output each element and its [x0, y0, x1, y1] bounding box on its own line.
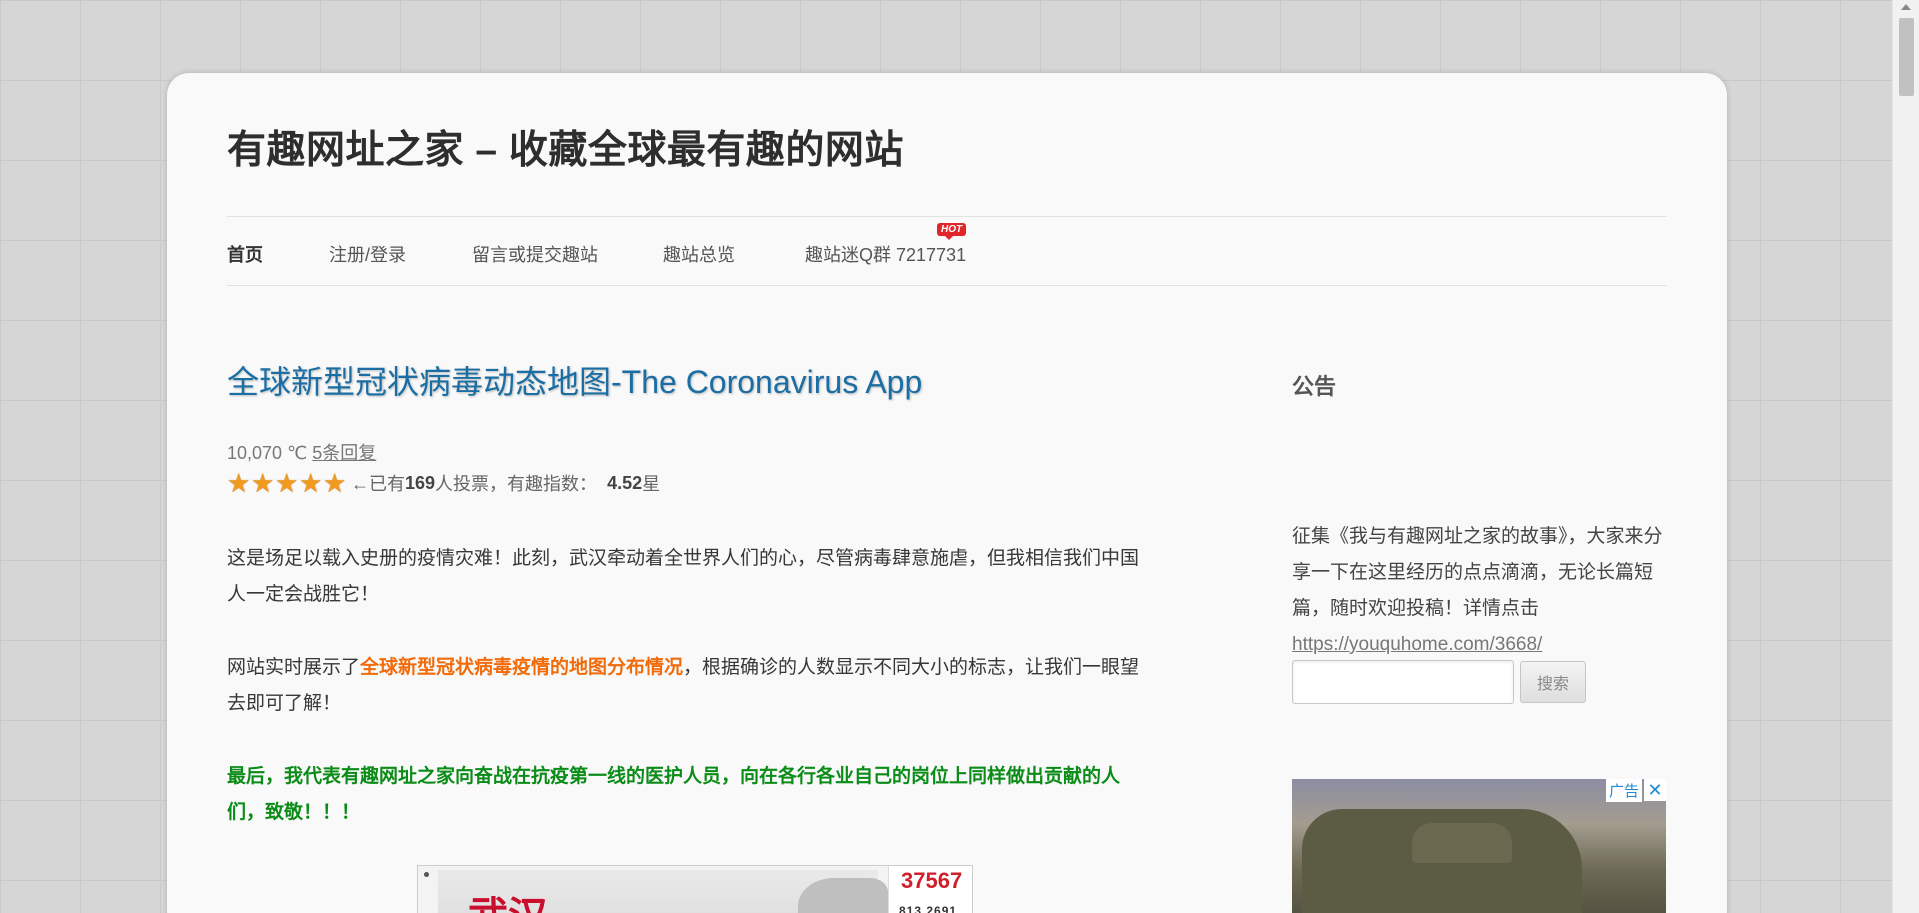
- nav-item-login[interactable]: 注册/登录: [329, 241, 406, 267]
- map-dot: [424, 872, 429, 877]
- notice-link[interactable]: https://youquhome.com/3668/: [1292, 634, 1542, 655]
- map-stat-secondary: 813 2691: [899, 904, 958, 913]
- nav-item-qq-group-label: 趣站迷Q群 7217731: [805, 245, 967, 265]
- main-nav: 首页 注册/登录 留言或提交趣站 趣站总览 趣站迷Q群 7217731 HOT: [227, 216, 1667, 286]
- search-input[interactable]: [1292, 660, 1514, 704]
- view-count: 10,070 ℃: [227, 443, 308, 463]
- star-icon[interactable]: ★: [275, 470, 299, 496]
- map-stat-confirmed: 37567: [901, 868, 963, 893]
- map-stat-panel: 37567 813 2691: [888, 866, 972, 913]
- scroll-thumb[interactable]: [1899, 18, 1914, 96]
- scroll-up-icon[interactable]: [1901, 4, 1911, 10]
- para2-highlight: 全球新型冠状病毒疫情的地图分布情况: [360, 657, 684, 678]
- rating-bar: ★ ★ ★ ★ ★ ←已有 169 人投票，有趣指数： 4.52 星: [227, 470, 660, 496]
- nav-item-home[interactable]: 首页: [227, 241, 263, 267]
- close-icon[interactable]: ✕: [1644, 779, 1666, 801]
- rating-votes: 169: [405, 472, 436, 493]
- post-paragraph-1: 这是场足以载入史册的疫情灾难！此刻，武汉牵动着全世界人们的心，尽管病毒肆意施虐，…: [227, 548, 1140, 605]
- ad-tag[interactable]: 广告: [1605, 779, 1642, 802]
- notice-title: 公告: [1292, 374, 1337, 399]
- map-landmass: [798, 878, 888, 913]
- star-icon[interactable]: ★: [323, 470, 347, 496]
- star-icon[interactable]: ★: [299, 470, 323, 496]
- rating-score: 4.52: [607, 472, 643, 493]
- page-container: 有趣网址之家 – 收藏全球最有趣的网站 首页 注册/登录 留言或提交趣站 趣站总…: [167, 73, 1727, 913]
- rating-middle: 人投票，有趣指数：: [435, 474, 598, 494]
- map-city-label: 武汉: [468, 884, 548, 913]
- nav-item-submit[interactable]: 留言或提交趣站: [472, 241, 598, 267]
- nav-item-qq-group[interactable]: 趣站迷Q群 7217731 HOT: [805, 223, 967, 267]
- post-meta: 10,070 ℃ 5条回复: [227, 439, 376, 465]
- ad-banner[interactable]: 广告 ✕: [1292, 779, 1666, 913]
- notice-body: 征集《我与有趣网址之家的故事》，大家来分享一下在这里经历的点点滴滴，无论长篇短篇…: [1292, 526, 1663, 619]
- ad-tank-image: [1302, 809, 1582, 913]
- para2-before: 网站实时展示了: [227, 657, 361, 678]
- rating-prefix: ←已有: [351, 474, 405, 494]
- notice-text: 征集《我与有趣网址之家的故事》，大家来分享一下在这里经历的点点滴滴，无论长篇短篇…: [1292, 519, 1672, 663]
- search-button[interactable]: 搜索: [1520, 661, 1586, 703]
- post-title[interactable]: 全球新型冠状病毒动态地图-The Coronavirus App: [227, 357, 922, 403]
- map-area: 武汉: [438, 870, 888, 913]
- post-paragraph-3: 最后，我代表有趣网址之家向奋战在抗疫第一线的医护人员，向在各行各业自己的岗位上同…: [227, 766, 1121, 823]
- star-rating[interactable]: ★ ★ ★ ★ ★: [227, 470, 347, 496]
- hot-badge: HOT: [936, 223, 967, 240]
- star-icon[interactable]: ★: [251, 470, 275, 496]
- nav-item-overview[interactable]: 趣站总览: [663, 241, 735, 267]
- comments-link[interactable]: 5条回复: [312, 443, 376, 463]
- coronavirus-map-image[interactable]: 武汉 37567 813 2691: [417, 865, 973, 913]
- rating-suffix: 星: [642, 474, 661, 494]
- site-title[interactable]: 有趣网址之家 – 收藏全球最有趣的网站: [227, 119, 904, 175]
- post-paragraph-2: 网站实时展示了全球新型冠状病毒疫情的地图分布情况，根据确诊的人数显示不同大小的标…: [227, 650, 1157, 722]
- scrollbar[interactable]: [1892, 0, 1919, 913]
- star-icon[interactable]: ★: [227, 470, 251, 496]
- ad-tank-turret: [1412, 823, 1512, 863]
